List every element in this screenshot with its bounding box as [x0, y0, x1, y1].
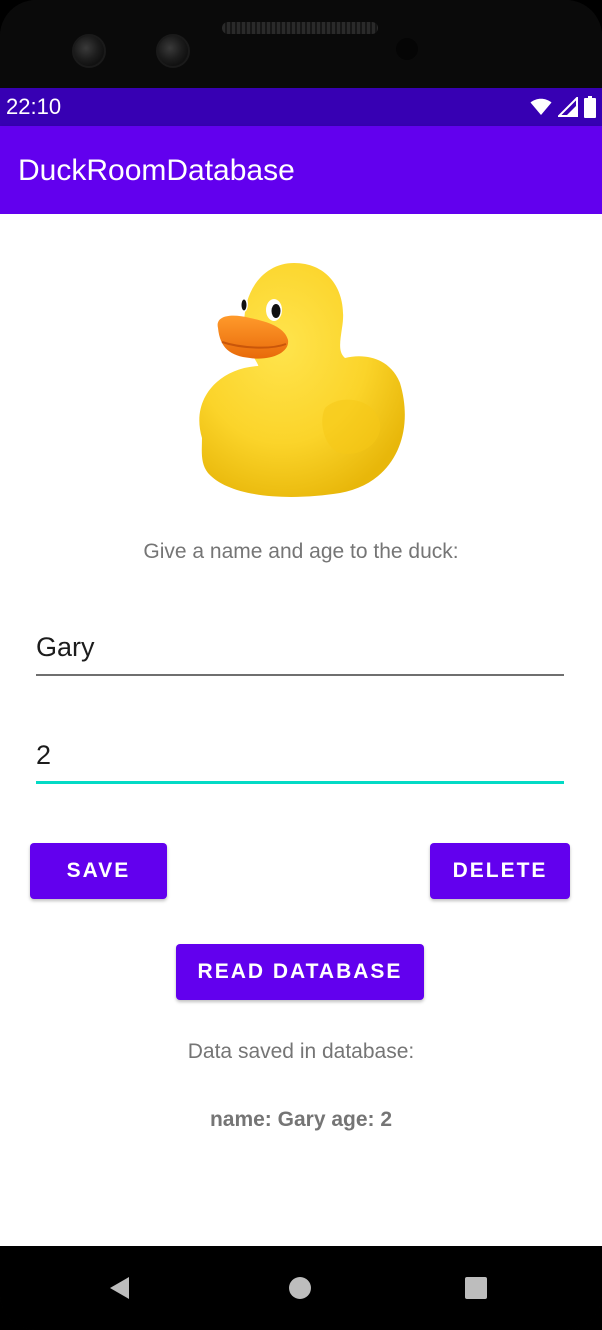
duck-name-underline [36, 674, 564, 676]
home-icon [289, 1277, 311, 1299]
save-button[interactable]: SAVE [30, 843, 167, 899]
duck-age-value: 2 [36, 740, 52, 770]
camera-lens-right [156, 34, 190, 68]
status-time: 22:10 [6, 94, 62, 119]
status-bar: 22:10 [0, 88, 602, 126]
navigation-bar [0, 1246, 602, 1330]
home-button[interactable] [282, 1270, 318, 1306]
saved-data-value: name: Gary age: 2 [209, 1108, 393, 1131]
wifi-icon [530, 98, 552, 115]
earpiece-speaker [222, 22, 378, 34]
delete-button[interactable]: DELETE [430, 843, 570, 899]
app-bar: DuckRoomDatabase [0, 126, 602, 214]
app-title: DuckRoomDatabase [18, 154, 295, 187]
duck-name-value: Gary [36, 632, 95, 662]
main-content: Give a name and age to the duck: Gary 2 … [0, 214, 602, 1246]
front-sensor [396, 38, 418, 60]
prompt-text: Give a name and age to the duck: [143, 540, 459, 563]
cell-signal-icon [558, 97, 578, 117]
recents-button[interactable] [458, 1270, 494, 1306]
device-frame: 22:10 DuckRoomDatabase Give a name and a… [0, 0, 602, 1330]
rubber-duck-image [199, 263, 405, 497]
duck-name-input[interactable]: Gary [36, 626, 564, 676]
recents-icon [465, 1277, 487, 1299]
saved-data-label: Data saved in database: [187, 1040, 415, 1063]
read-database-button[interactable]: READ DATABASE [176, 944, 424, 1000]
duck-age-input[interactable]: 2 [36, 734, 564, 784]
battery-icon [584, 96, 596, 118]
camera-lens-left [72, 34, 106, 68]
back-icon [110, 1277, 129, 1299]
top-bezel [0, 0, 602, 88]
duck-age-underline [36, 781, 564, 784]
status-icons [530, 96, 596, 118]
back-button[interactable] [102, 1270, 138, 1306]
